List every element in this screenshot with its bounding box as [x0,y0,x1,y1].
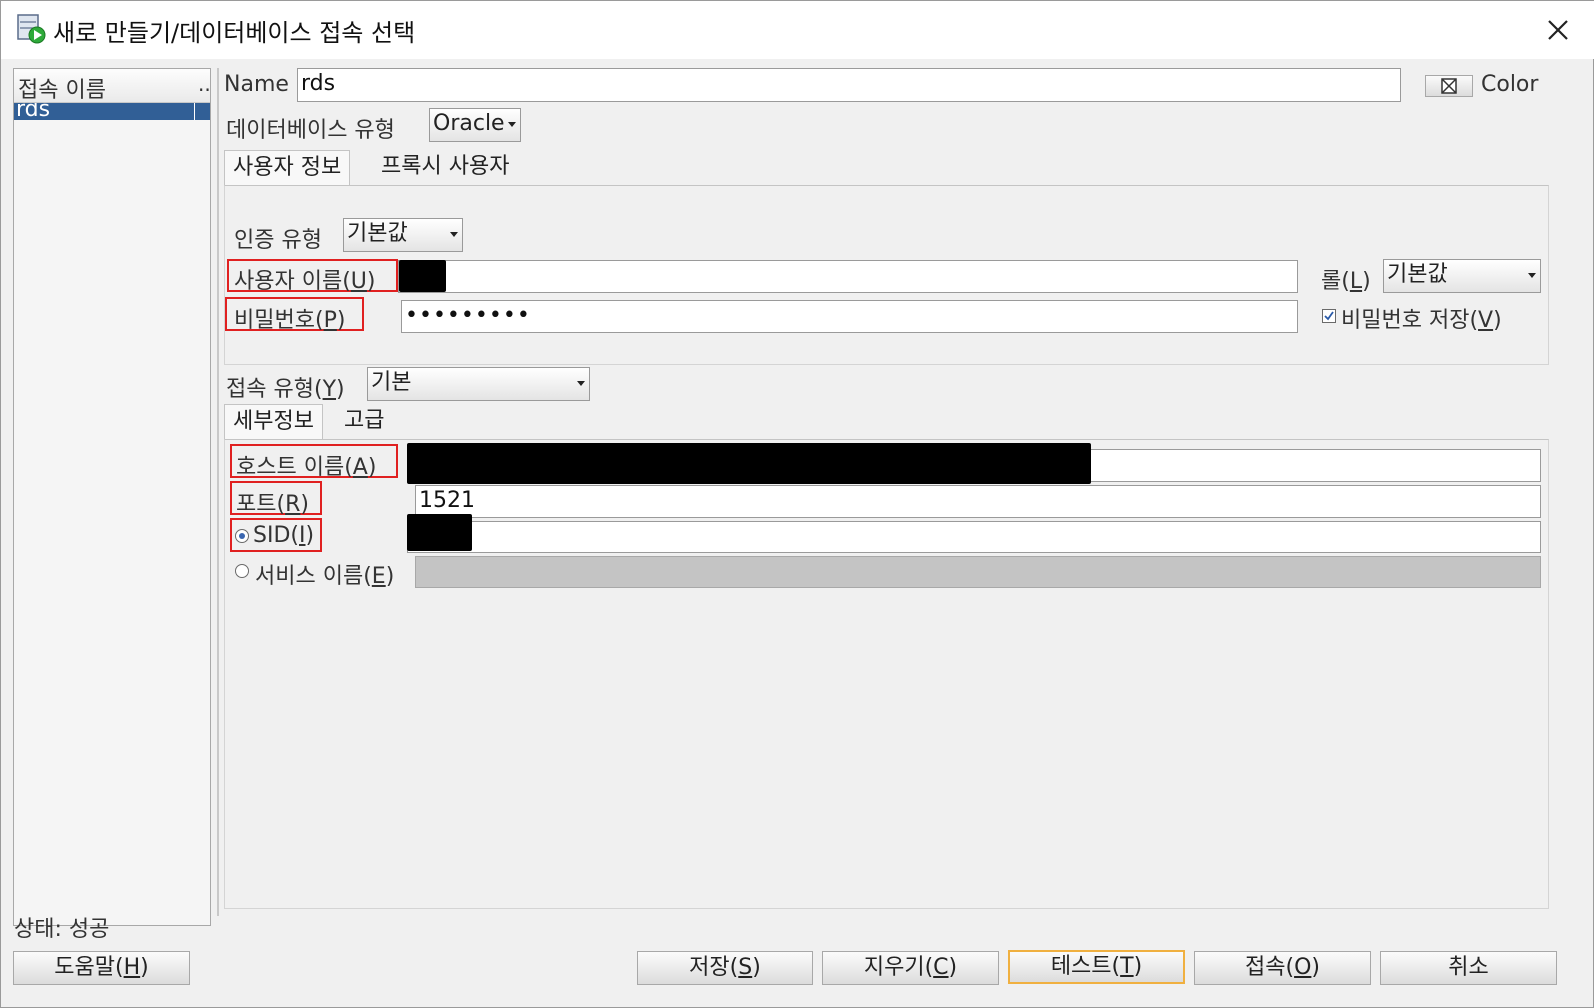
connection-item-rds[interactable]: rds [14,103,210,120]
auth-type-value: 기본값 [347,221,408,246]
connect-button[interactable]: 접속(O) [1194,951,1371,985]
tab-advanced[interactable]: 고급 [336,404,392,440]
checkmark-icon [1324,311,1334,321]
service-name-label: 서비스 이름(E) [255,564,395,589]
service-name-radio[interactable] [235,564,249,578]
splitter[interactable] [217,68,219,916]
redacted-username [399,260,446,292]
database-connect-icon [17,14,46,44]
conn-type-label: 접속 유형(Y) [226,377,345,402]
db-type-value: Oracle [433,111,505,136]
close-icon[interactable] [1541,13,1575,47]
password-label: 비밀번호(P) [234,308,346,333]
cancel-button[interactable]: 취소 [1380,951,1557,985]
connection-list: 접속 이름 .. rds [13,68,211,926]
name-input[interactable]: rds [297,68,1401,102]
save-password-checkbox[interactable] [1322,309,1336,323]
row-divider [194,103,195,120]
connection-list-header[interactable]: 접속 이름 .. [14,69,211,103]
name-label: Name [224,72,289,97]
auth-type-select[interactable]: 기본값 [343,218,463,252]
test-button[interactable]: 테스트(T) [1008,950,1185,984]
connection-name-column: 접속 이름 [18,78,106,103]
color-swatch-icon [1441,78,1457,94]
tab-details[interactable]: 세부정보 [224,404,323,440]
auth-type-label: 인증 유형 [234,228,322,253]
role-label: 롤(L) [1321,269,1371,294]
chevron-down-icon [1528,273,1536,278]
title-bar: 새로 만들기/데이터베이스 접속 선택 [1,1,1594,59]
host-label: 호스트 이름(A) [236,455,377,480]
chevron-down-icon [450,232,458,237]
password-input[interactable]: ••••••••• [401,300,1298,333]
chevron-down-icon [508,122,516,127]
window-title: 새로 만들기/데이터베이스 접속 선택 [53,19,416,47]
role-select[interactable]: 기본값 [1383,259,1541,293]
clear-button[interactable]: 지우기(C) [822,951,999,985]
sid-radio[interactable] [235,529,249,543]
connection-column-more: .. [198,72,211,96]
username-input[interactable] [398,260,1298,293]
service-name-input [415,556,1541,588]
save-password-label: 비밀번호 저장(V) [1341,308,1502,333]
connection-item-label: rds [16,103,51,120]
conn-type-value: 기본 [371,370,412,395]
color-button[interactable] [1425,75,1473,97]
redacted-sid [407,514,472,551]
username-label: 사용자 이름(U) [234,269,376,294]
sid-input[interactable] [407,521,1541,553]
color-label: Color [1481,72,1539,97]
conn-type-select[interactable]: 기본 [367,367,590,401]
dialog-window: 새로 만들기/데이터베이스 접속 선택 접속 이름 .. rds Name rd… [0,0,1594,1008]
radio-selected-dot [239,533,245,539]
redacted-host [407,443,1091,484]
role-value: 기본값 [1387,262,1448,287]
save-button[interactable]: 저장(S) [637,951,813,985]
tab-proxy-user[interactable]: 프록시 사용자 [373,150,517,186]
port-label: 포트(R) [236,492,309,517]
db-type-select[interactable]: Oracle [429,108,521,142]
tab-user-info[interactable]: 사용자 정보 [224,150,351,186]
status-text: 상태: 성공 [14,917,110,942]
port-input[interactable]: 1521 [415,485,1541,518]
help-button[interactable]: 도움말(H) [13,951,190,985]
chevron-down-icon [577,381,585,386]
db-type-label: 데이터베이스 유형 [226,118,395,143]
sid-label: SID(I) [253,523,315,548]
